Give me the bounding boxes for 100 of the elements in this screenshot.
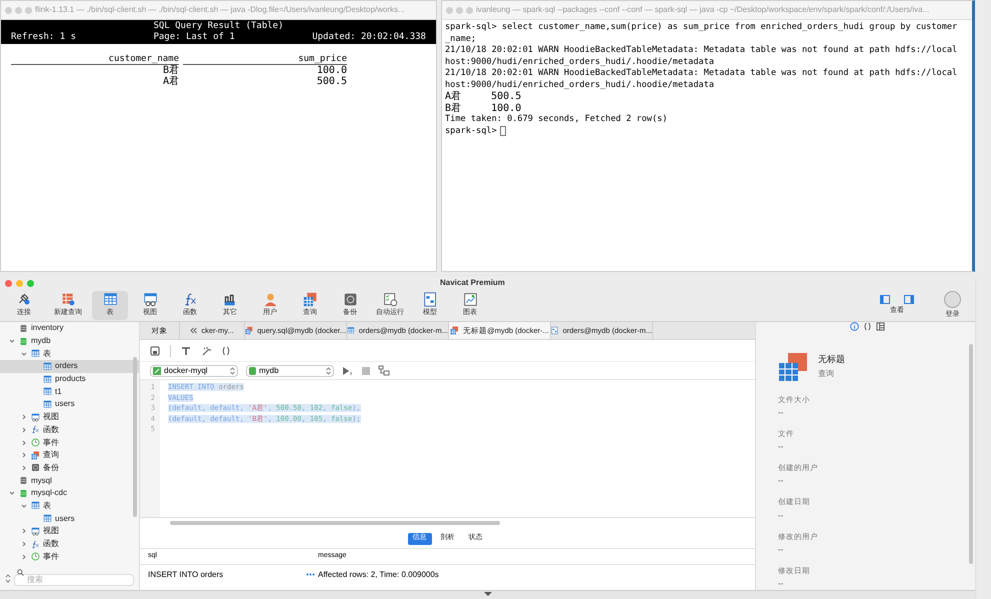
tree-item[interactable]: t1 <box>0 385 139 398</box>
table-icon <box>347 326 355 335</box>
tree-item[interactable]: 表 <box>0 500 139 512</box>
backup-icon <box>342 292 358 308</box>
tree-item[interactable]: 表 <box>0 347 139 360</box>
panel-icon[interactable] <box>876 322 885 332</box>
tree-item[interactable]: 函数 <box>0 538 139 550</box>
field-value: -- <box>778 406 784 419</box>
tree-item[interactable]: orders <box>0 360 139 373</box>
search-field[interactable]: 搜索 <box>14 574 134 586</box>
new-query-icon <box>60 292 76 308</box>
terminal-line: spark-sql> <box>445 126 497 137</box>
tree-item[interactable]: 视图 <box>0 410 139 424</box>
tree-item[interactable]: users <box>0 398 139 411</box>
cursor <box>500 126 506 136</box>
connection-dropdown[interactable]: docker-myql <box>150 364 238 376</box>
tree-item[interactable]: 视图 <box>0 525 139 538</box>
field-value: -- <box>778 510 784 522</box>
table-cell-text: B君 <box>162 65 179 76</box>
collapse-icon[interactable] <box>484 591 492 597</box>
updown-icon <box>230 366 235 374</box>
run-icon[interactable] <box>342 366 354 376</box>
table-cell-text: A君 <box>162 76 179 87</box>
plug-icon <box>16 292 32 308</box>
field-value: -- <box>778 475 784 488</box>
function-icon <box>182 292 198 308</box>
function-icon <box>31 425 40 434</box>
ellipsis-icon <box>306 573 315 576</box>
terminal-line: 21/10/18 20:02:01 WARN HoodieBackedTableMetadata: Metadata table was not found at path hdfs://local <box>445 68 958 80</box>
tree-item[interactable]: inventory <box>0 322 139 335</box>
user-icon <box>262 292 278 308</box>
terminal-line: spark-sql> select customer_name,sum(price) as sum_price from enriched_orders_hudi group by customer <box>445 22 958 34</box>
tree-item[interactable]: mysql <box>0 474 139 487</box>
query-icon <box>31 450 40 460</box>
terminal-line: A君 500.5 <box>445 91 522 102</box>
panel-toggle-icon <box>880 294 914 304</box>
tree-item[interactable]: 查询 <box>0 448 139 462</box>
view-icon <box>31 526 40 536</box>
avatar-icon <box>944 290 961 308</box>
query-icon <box>778 352 808 382</box>
sort-icon[interactable] <box>5 574 11 582</box>
result-title: SQL Query Result (Table) <box>153 21 284 31</box>
clock-icon <box>31 552 40 562</box>
format-icon[interactable] <box>181 346 191 356</box>
database-icon <box>249 366 256 374</box>
parentheses-icon[interactable] <box>221 346 231 356</box>
updated-text: Updated: 20:02:04.338 <box>312 32 426 43</box>
explain-icon[interactable] <box>378 365 390 376</box>
query-icon <box>245 326 254 335</box>
terminal-line: host:9000/hudi/enriched_orders_hudi/.hoodie/metadata <box>445 80 716 91</box>
terminal-line: B君 100.0 <box>445 102 522 114</box>
chart-icon <box>462 292 478 308</box>
model-icon <box>422 292 438 308</box>
table-icon <box>31 501 40 510</box>
page-text: Page: Last of 1 <box>153 32 235 43</box>
tree-item[interactable]: 函数 <box>0 424 139 436</box>
info-subtitle: 查询 <box>818 368 835 380</box>
query-icon <box>450 326 460 335</box>
table-icon <box>43 387 52 396</box>
tools-icon <box>222 292 238 308</box>
code-icon[interactable] <box>863 322 872 332</box>
magic-wand-icon[interactable] <box>201 346 211 356</box>
info-icon[interactable] <box>850 322 859 332</box>
tree-item[interactable]: mysql-cdc <box>0 486 139 500</box>
clock-icon <box>31 438 40 448</box>
window-title: flink-1.13.1 — ./bin/sql-client.sh — ./bin/sql-client.sh — java -Dlog.file=/Users/ivanleung/Desktop/works... <box>35 4 405 16</box>
table-cell: INSERT INTO orders <box>148 568 224 580</box>
database-icon <box>19 336 28 346</box>
refresh-text: Refresh: 1 s <box>11 32 76 43</box>
terminal-line: 21/10/18 20:02:01 WARN HoodieBackedTableMetadata: Metadata table was not found at path hdfs://local <box>445 45 958 56</box>
field-value: -- <box>778 578 784 590</box>
checklist-icon <box>382 292 398 308</box>
window-controls-icon[interactable] <box>5 280 34 286</box>
table-icon <box>31 349 40 358</box>
tree-item[interactable]: 事件 <box>0 436 139 449</box>
updown-icon <box>326 366 331 374</box>
terminal-line: host:9000/hudi/enriched_orders_hudi/.hoodie/metadata <box>445 56 716 68</box>
tree-item[interactable]: products <box>0 372 139 386</box>
database-icon <box>19 488 28 498</box>
model-icon <box>551 326 559 335</box>
tree-item[interactable]: 备份 <box>0 462 139 474</box>
terminal-line: _name; <box>445 34 478 45</box>
tree-item[interactable]: users <box>0 512 139 525</box>
table-icon <box>43 374 52 384</box>
table-cell-text: 100.0 <box>316 65 347 76</box>
table-cell-text: 500.5 <box>316 76 347 87</box>
database-dropdown[interactable]: mydb <box>246 364 334 376</box>
field-value: -- <box>778 544 784 556</box>
query-icon <box>302 292 318 308</box>
tree-item[interactable]: 事件 <box>0 550 139 564</box>
save-icon[interactable] <box>150 346 160 356</box>
column-header: customer_name <box>11 54 179 65</box>
function-icon <box>31 540 40 549</box>
tree-item[interactable]: mydb <box>0 334 139 348</box>
table-icon <box>43 362 52 371</box>
field-value: -- <box>778 441 784 453</box>
table-icon <box>43 400 52 409</box>
view-icon <box>142 292 158 308</box>
connection-icon <box>153 366 161 374</box>
view-icon <box>31 412 40 422</box>
